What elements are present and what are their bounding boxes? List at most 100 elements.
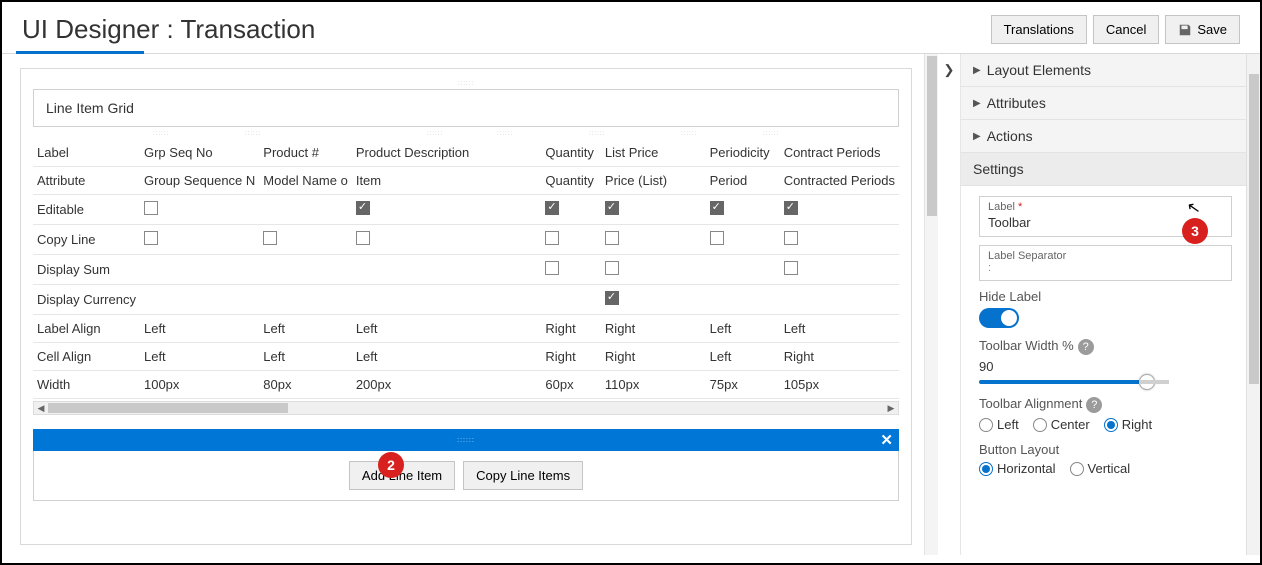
checkbox[interactable] [605, 291, 619, 305]
cell: Price (List) [601, 167, 706, 195]
cell: Grp Seq No [140, 139, 259, 167]
slider-thumb[interactable] [1139, 374, 1155, 390]
cell: Contract Periods [780, 139, 899, 167]
checkbox[interactable] [784, 261, 798, 275]
cell: Left [140, 343, 259, 371]
accordion-attributes[interactable]: ▶Attributes [961, 87, 1246, 120]
cell: List Price [601, 139, 706, 167]
radio-horizontal[interactable]: Horizontal [979, 461, 1056, 476]
checkbox[interactable] [144, 231, 158, 245]
cancel-button[interactable]: Cancel [1093, 15, 1159, 44]
radio-right[interactable]: Right [1104, 417, 1152, 432]
cell: Left [140, 315, 259, 343]
scroll-right-icon[interactable]: ▶ [884, 403, 898, 414]
checkbox[interactable] [605, 201, 619, 215]
help-icon[interactable]: ? [1078, 339, 1094, 355]
save-button-label: Save [1197, 22, 1227, 37]
main-panel: :::::: Line Item Grid ::::::::::::::::::… [2, 54, 924, 555]
checkbox[interactable] [784, 231, 798, 245]
cell: Quantity [541, 167, 601, 195]
radio-icon [1070, 462, 1084, 476]
slider-track[interactable] [979, 380, 1169, 384]
drag-grip-icon[interactable]: :::::: [457, 437, 475, 444]
rowhead-label: Label [33, 139, 140, 167]
accordion-settings[interactable]: Settings [961, 153, 1246, 186]
close-icon[interactable]: ✕ [880, 431, 893, 449]
grid-title[interactable]: Line Item Grid [33, 89, 899, 127]
accordion-layout-elements[interactable]: ▶ Layout Elements [961, 54, 1246, 87]
save-button[interactable]: Save [1165, 15, 1240, 44]
help-icon[interactable]: ? [1086, 397, 1102, 413]
horizontal-scrollbar[interactable]: ◀ ▶ [33, 401, 899, 415]
accordion-label: Settings [973, 161, 1024, 177]
cell: Product # [259, 139, 352, 167]
caret-right-icon: ▶ [973, 98, 981, 109]
button-layout-radios: Horizontal Vertical [979, 461, 1232, 476]
cell: Left [706, 315, 780, 343]
scroll-thumb[interactable] [48, 403, 288, 413]
accordion-actions[interactable]: ▶Actions [961, 120, 1246, 153]
checkbox[interactable] [545, 261, 559, 275]
caret-right-icon: ▶ [973, 65, 981, 76]
side-vertical-scrollbar[interactable] [1246, 54, 1260, 555]
radio-center[interactable]: Center [1033, 417, 1090, 432]
field-value[interactable]: : [988, 262, 1223, 274]
cell: 105px [780, 371, 899, 399]
cell: Left [780, 315, 899, 343]
toolbar-width-slider[interactable] [979, 380, 1232, 384]
cell: Periodicity [706, 139, 780, 167]
selected-toolbar-bar[interactable]: :::::: ✕ [33, 429, 899, 451]
drag-grip-icon[interactable]: :::::: [33, 81, 899, 89]
scroll-thumb[interactable] [1249, 74, 1259, 384]
translations-button[interactable]: Translations [991, 15, 1087, 44]
radio-vertical[interactable]: Vertical [1070, 461, 1131, 476]
checkbox[interactable] [356, 201, 370, 215]
rowhead-width: Width [33, 371, 140, 399]
hide-label-toggle[interactable] [979, 308, 1019, 328]
checkbox[interactable] [545, 201, 559, 215]
label-separator-field[interactable]: Label Separator : [979, 245, 1232, 281]
scroll-left-icon[interactable]: ◀ [34, 403, 48, 414]
scroll-track[interactable] [48, 402, 884, 414]
radio-label: Vertical [1088, 461, 1131, 476]
rowhead-copy: Copy Line [33, 225, 140, 255]
checkbox[interactable] [605, 231, 619, 245]
radio-icon [1104, 418, 1118, 432]
row-copy-line: Copy Line [33, 225, 899, 255]
toolbar-button-row: Add Line Item Copy Line Items [33, 451, 899, 501]
checkbox[interactable] [784, 201, 798, 215]
radio-label: Center [1051, 417, 1090, 432]
main-inner: :::::: Line Item Grid ::::::::::::::::::… [20, 68, 912, 545]
checkbox[interactable] [263, 231, 277, 245]
scroll-thumb[interactable] [927, 56, 937, 216]
checkbox[interactable] [545, 231, 559, 245]
collapse-side-toggle[interactable]: ❯ [938, 54, 960, 555]
cell: Right [601, 315, 706, 343]
accordion-label: Layout Elements [987, 62, 1091, 78]
radio-icon [1033, 418, 1047, 432]
checkbox[interactable] [710, 201, 724, 215]
copy-line-items-button[interactable]: Copy Line Items [463, 461, 583, 490]
checkbox[interactable] [605, 261, 619, 275]
main-vertical-scrollbar[interactable] [924, 54, 938, 555]
header-buttons: Translations Cancel Save [991, 15, 1240, 44]
rowhead-labelalign: Label Align [33, 315, 140, 343]
rowhead-currency: Display Currency [33, 285, 140, 315]
checkbox[interactable] [144, 201, 158, 215]
cell: Group Sequence N [140, 167, 259, 195]
checkbox[interactable] [356, 231, 370, 245]
cursor-icon: ↖ [1185, 197, 1202, 219]
column-grips: ::::::::::::::::::::::::::::::::::::::::… [33, 131, 899, 139]
row-editable: Editable [33, 195, 899, 225]
label-text: Toolbar Alignment [979, 396, 1082, 411]
line-item-grid: Label Grp Seq No Product # Product Descr… [33, 139, 899, 399]
checkbox[interactable] [710, 231, 724, 245]
cell: 75px [706, 371, 780, 399]
row-display-currency: Display Currency [33, 285, 899, 315]
rowhead-cellalign: Cell Align [33, 343, 140, 371]
radio-left[interactable]: Left [979, 417, 1019, 432]
side-inner: ▶ Layout Elements ▶Attributes ▶Actions Se… [960, 54, 1246, 555]
field-label: Label Separator [988, 250, 1223, 262]
cell: 200px [352, 371, 542, 399]
rowhead-attribute: Attribute [33, 167, 140, 195]
